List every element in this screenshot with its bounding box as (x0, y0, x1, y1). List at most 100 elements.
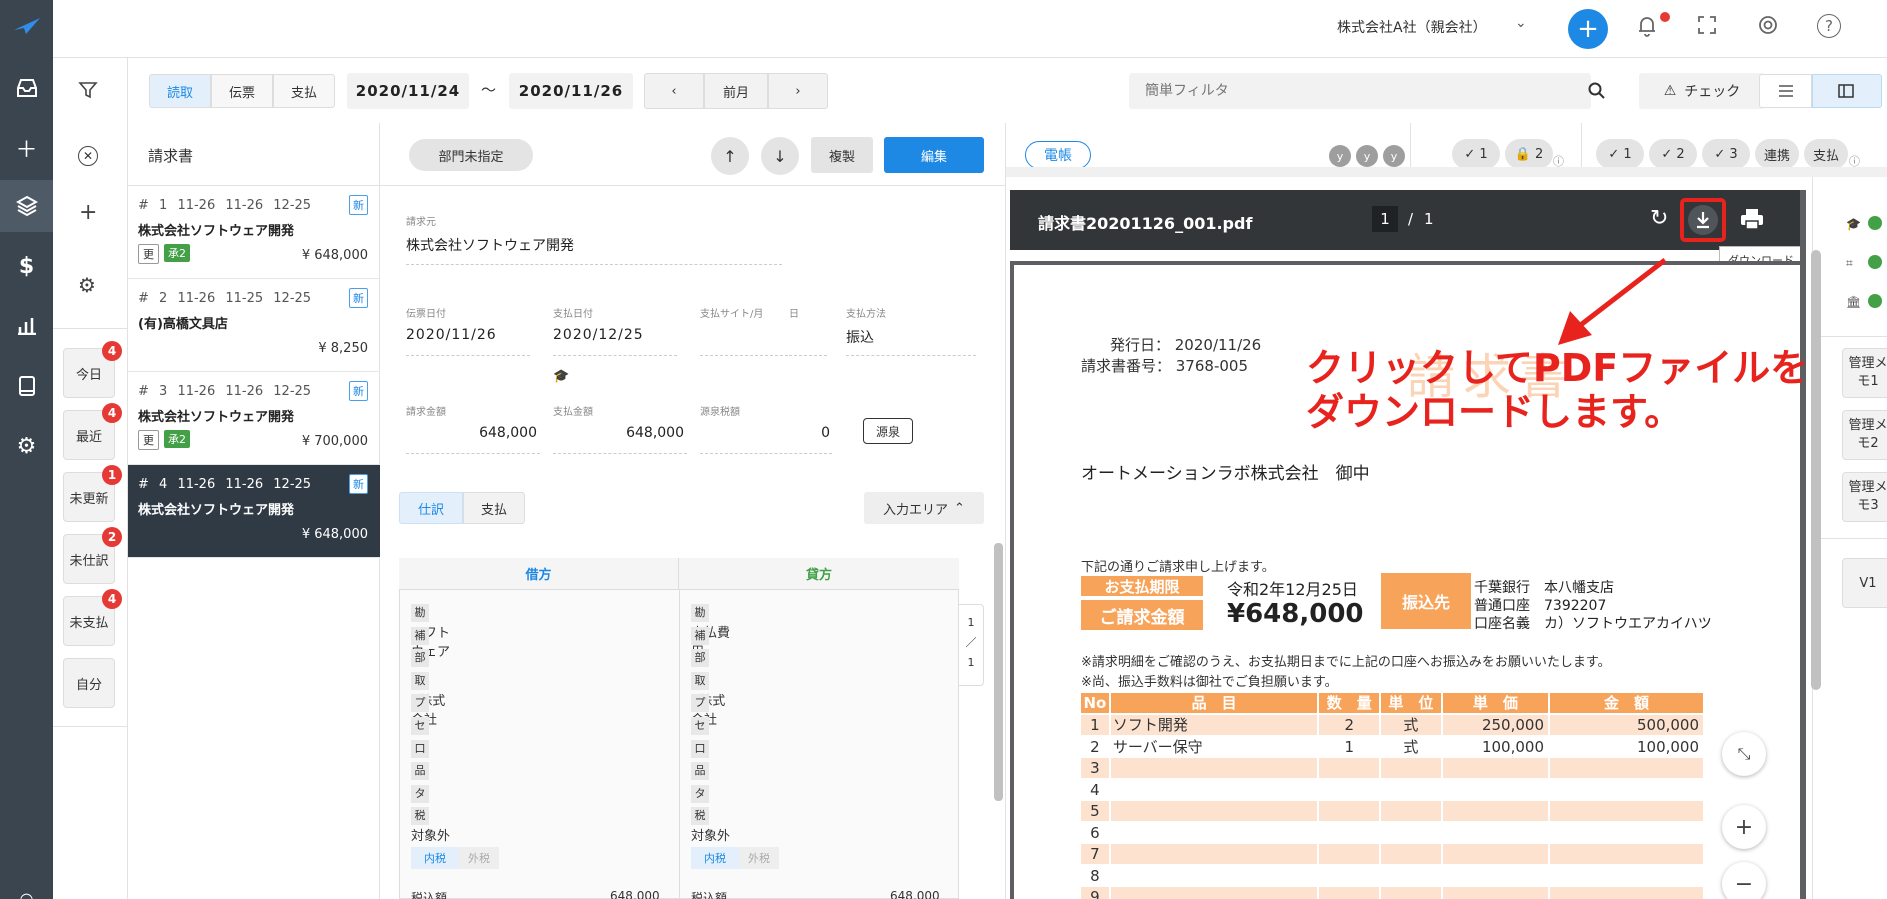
tab-journal[interactable]: 仕訳 (399, 492, 463, 524)
search-icon[interactable] (1588, 82, 1606, 104)
check-badge[interactable]: ✓ 3 (1702, 139, 1750, 169)
print-icon[interactable] (1740, 208, 1764, 234)
arrow-up-button[interactable]: ↑ (711, 137, 749, 175)
filter-not-journaled-button[interactable]: 未仕訳 2 (63, 527, 122, 584)
pdf-scrollbar[interactable] (1811, 250, 1821, 690)
bank-icon[interactable]: 🏛 (1846, 295, 1861, 309)
dollar-icon[interactable]: $ (0, 240, 53, 292)
journal-row[interactable]: 品 (411, 762, 451, 781)
journal-row[interactable]: 税対象外 (411, 807, 451, 844)
scan-icon[interactable]: ⌗ (1846, 256, 1853, 271)
journal-row[interactable]: 品 (691, 762, 731, 781)
arrow-down-button[interactable]: ↓ (761, 137, 799, 175)
tab-read[interactable]: 読取 (149, 74, 211, 108)
withholding-value[interactable]: 0 (700, 425, 830, 441)
tab-pay[interactable]: 支払 (463, 492, 525, 524)
journal-row[interactable]: 部 (691, 649, 731, 668)
date-from-field[interactable]: 2020/11/24 (347, 73, 469, 109)
check-badge[interactable]: ✓ 1 (1596, 139, 1644, 169)
help-icon[interactable]: ? (1817, 14, 1841, 38)
gear-icon[interactable]: ⚙ (0, 420, 53, 472)
journal-row[interactable]: 税対象外 (691, 807, 731, 844)
journal-row[interactable]: プ (411, 694, 451, 713)
journal-row[interactable]: タ (691, 784, 731, 803)
journal-row[interactable]: 補 (691, 626, 731, 645)
list-item[interactable]: # 1 11-26 11-26 12-25 新 株式会社ソフトウェア開発 更 承… (128, 186, 380, 279)
link-badge[interactable]: 連携 (1755, 139, 1799, 169)
fullscreen-icon[interactable] (1697, 15, 1717, 40)
journal-row[interactable]: 口 (691, 739, 731, 758)
date-to-field[interactable]: 2020/11/26 (509, 73, 633, 109)
detail-scrollbar[interactable] (994, 543, 1003, 801)
zoom-in-button[interactable]: + (1722, 805, 1766, 849)
filter-today-button[interactable]: 今日 4 (63, 341, 122, 398)
filter-unpaid-button[interactable]: 未支払 4 (63, 589, 122, 646)
filter-mine-button[interactable]: 自分 (63, 658, 115, 708)
tax-exclusive-button[interactable]: 外税 (739, 847, 779, 869)
journal-page-indicator[interactable]: 1 ／ 1 (958, 604, 984, 686)
journal-row[interactable]: セ (691, 717, 731, 735)
book-icon[interactable] (0, 360, 53, 412)
journal-row[interactable]: 部 (411, 649, 451, 668)
company-selector[interactable]: 株式会社A社（親会社） (1337, 17, 1487, 37)
memo1-button[interactable]: 管理メモ1 (1842, 348, 1887, 398)
check-button[interactable]: ⚠ チェック (1639, 73, 1765, 109)
slip-date-value[interactable]: 2020/11/26 (406, 327, 497, 343)
user-icon[interactable]: ○ (0, 872, 53, 899)
journal-row[interactable]: プ (691, 694, 731, 713)
zoom-out-button[interactable]: − (1722, 862, 1766, 899)
y-badge[interactable]: y (1329, 145, 1351, 167)
split-view-button[interactable] (1812, 74, 1882, 108)
journal-row[interactable]: セ (411, 717, 451, 735)
list-item[interactable]: # 3 11-26 11-26 12-25 新 株式会社ソフトウェア開発 更 承… (128, 372, 380, 465)
prev-arrow-button[interactable]: ‹ (644, 73, 704, 109)
bell-icon[interactable] (1637, 15, 1657, 42)
add-filter-icon[interactable]: + (79, 200, 97, 225)
clear-filter-icon[interactable]: ✕ (78, 146, 98, 166)
invoice-amount-value[interactable]: 648,000 (406, 425, 537, 441)
list-view-button[interactable] (1759, 74, 1812, 108)
graduation-cap-icon[interactable]: 🎓 (1846, 217, 1861, 231)
simple-filter-input[interactable] (1129, 73, 1549, 109)
lock-badge[interactable]: 🔒 2 (1505, 139, 1553, 169)
journal-row[interactable]: 補 (411, 626, 451, 645)
tax-exclusive-button[interactable]: 外税 (459, 847, 499, 869)
journal-row[interactable]: 口 (411, 739, 451, 758)
tax-inclusive-button[interactable]: 内税 (411, 847, 459, 869)
check-badge[interactable]: ✓ 1 (1452, 139, 1500, 169)
filter-settings-gear-icon[interactable]: ⚙ (78, 273, 96, 297)
pay-date-value[interactable]: 2020/12/25 (553, 327, 644, 343)
y-badge[interactable]: y (1383, 145, 1405, 167)
create-button[interactable]: + (1568, 9, 1608, 49)
add-icon[interactable]: ＋ (0, 122, 53, 174)
rotate-icon[interactable]: ↻ (1650, 206, 1668, 231)
horizontal-scrollbar[interactable] (1006, 167, 1887, 177)
funnel-icon[interactable] (78, 80, 98, 104)
y-badge[interactable]: y (1356, 145, 1378, 167)
bar-chart-icon[interactable] (0, 300, 53, 352)
ledger-button[interactable]: 電帳 (1025, 141, 1091, 169)
chevron-down-icon[interactable]: ⌄ (1515, 15, 1527, 31)
pay-method-value[interactable]: 振込 (846, 327, 874, 347)
department-button[interactable]: 部門未指定 (409, 139, 533, 171)
list-item[interactable]: # 2 11-26 11-25 12-25 新 (有)高橋文具店 ¥ 8,250 (128, 279, 380, 372)
check-badge[interactable]: ✓ 2 (1649, 139, 1697, 169)
memo3-button[interactable]: 管理メモ3 (1842, 472, 1887, 522)
prev-month-button[interactable]: 前月 (704, 73, 768, 109)
pay-amount-value[interactable]: 648,000 (553, 425, 684, 441)
tab-payment[interactable]: 支払 (273, 74, 335, 108)
filter-not-updated-button[interactable]: 未更新 1 (63, 465, 122, 522)
tab-slip[interactable]: 伝票 (211, 74, 273, 108)
fit-page-button[interactable]: ⤡ (1722, 732, 1766, 776)
layers-icon[interactable] (0, 180, 53, 232)
download-button[interactable] (1680, 198, 1726, 242)
journal-row[interactable]: タ (411, 784, 451, 803)
next-arrow-button[interactable]: › (768, 73, 828, 109)
copy-button[interactable]: 複製 (811, 137, 873, 173)
withholding-button[interactable]: 源泉 (863, 418, 913, 444)
list-item-selected[interactable]: # 4 11-26 11-26 12-25 新 株式会社ソフトウェア開発 ¥ 6… (128, 465, 380, 558)
tax-inclusive-button[interactable]: 内税 (691, 847, 739, 869)
inbox-icon[interactable] (0, 62, 53, 114)
support-icon[interactable] (1758, 15, 1778, 40)
version-button[interactable]: V1 (1842, 558, 1887, 608)
